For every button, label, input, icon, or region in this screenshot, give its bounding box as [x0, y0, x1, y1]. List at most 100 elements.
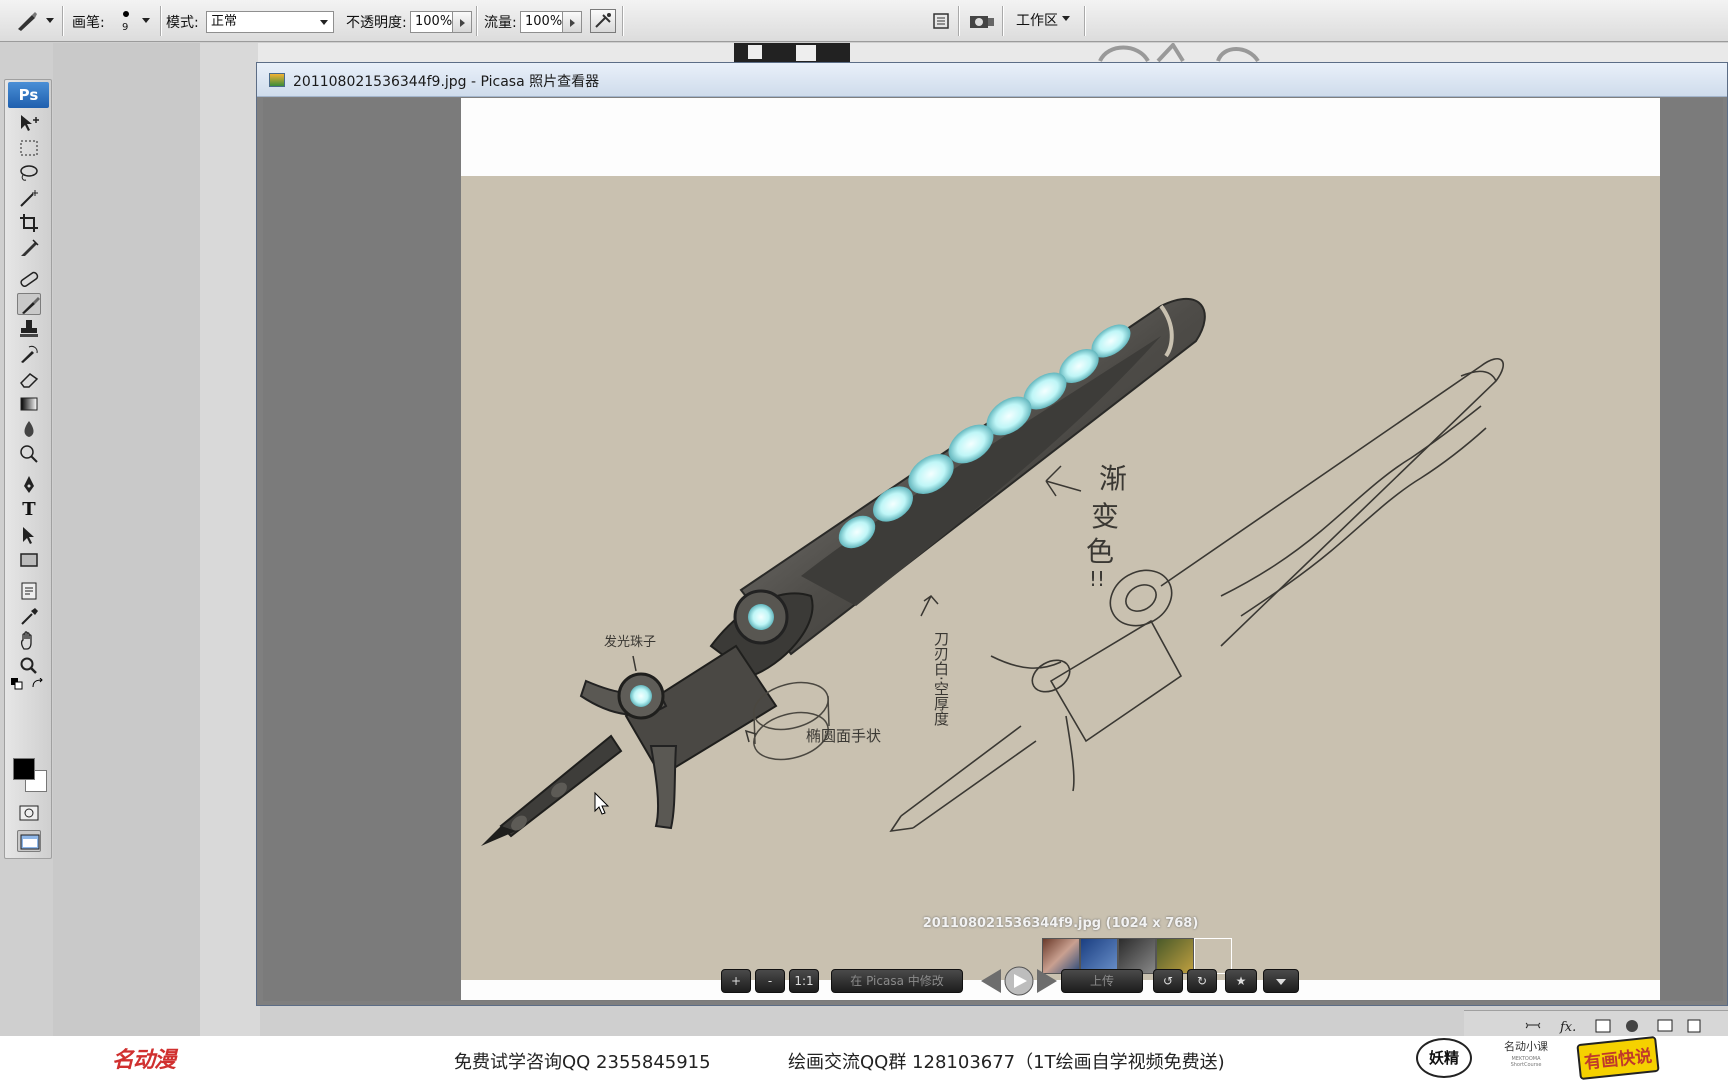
brush-label: 画笔:: [72, 15, 105, 31]
gem-annotation: 发光珠子: [604, 634, 656, 650]
more-options-button[interactable]: [1263, 969, 1299, 993]
shape-tool-icon[interactable]: [17, 549, 41, 571]
workspace-label: 工作区: [1016, 13, 1058, 29]
workspace-menu[interactable]: 工作区: [1016, 10, 1076, 32]
notes-tool-icon[interactable]: [17, 580, 41, 602]
promo-banner: 名动漫 免费试学咨询QQ 2355845915 绘画交流QQ群 12810367…: [0, 1035, 1728, 1080]
rotate-right-button[interactable]: ↻: [1187, 969, 1217, 993]
workspace-background: [53, 43, 203, 1036]
file-info-label: 201108021536344f9.jpg (1024 x 768): [922, 916, 1199, 931]
actual-size-button[interactable]: 1:1: [789, 969, 819, 993]
quick-mask-icon[interactable]: [17, 802, 41, 824]
brush-dropdown-icon: [142, 18, 150, 23]
foreground-color-swatch[interactable]: [13, 758, 35, 780]
brush-tool-icon[interactable]: [17, 293, 41, 315]
rotate-left-button[interactable]: ↺: [1153, 969, 1183, 993]
palette-well-icon[interactable]: [928, 9, 954, 33]
photoshop-logo[interactable]: Ps: [8, 82, 49, 108]
chevron-down-icon: [320, 20, 328, 25]
options-bar: 画笔: 9 模式: 正常 不透明度: 100% 流量: 100% 工作区: [0, 0, 1728, 42]
sword-concept-artwork: 发光珠子 渐 变 色 !! 刀刃白·空厚度 椭圆面手状: [481, 297, 1505, 846]
pen-tool-icon[interactable]: [17, 474, 41, 496]
star-button[interactable]: ★: [1225, 969, 1257, 993]
zoom-out-button[interactable]: -: [755, 969, 785, 993]
gradient-annotation-1: 渐: [1099, 462, 1127, 495]
brush-tip-icon: [123, 11, 129, 17]
consult-text: 免费试学咨询QQ 2355845915: [454, 1052, 711, 1073]
opacity-input[interactable]: 100%: [410, 11, 454, 33]
zoom-tool-icon[interactable]: [17, 655, 41, 677]
workspace-shadow: [200, 43, 260, 1036]
flow-input[interactable]: 100%: [520, 11, 564, 33]
next-arrow-icon: [1037, 969, 1057, 993]
magic-wand-tool-icon[interactable]: [17, 187, 41, 209]
partner-logo-a: 妖精: [1416, 1038, 1472, 1078]
window-title: 201108021536344f9.jpg - Picasa 照片查看器: [293, 74, 600, 90]
picasa-title-bar[interactable]: 201108021536344f9.jpg - Picasa 照片查看器: [257, 63, 1727, 97]
lasso-tool-icon[interactable]: [17, 162, 41, 184]
separator: [476, 6, 477, 36]
flow-slider-button[interactable]: [562, 11, 582, 33]
eyedropper-tool-icon[interactable]: [17, 605, 41, 627]
brand-logo: 名动漫: [112, 1047, 176, 1073]
default-colors-icon[interactable]: [11, 678, 23, 690]
clone-stamp-tool-icon[interactable]: [17, 318, 41, 340]
slice-tool-icon[interactable]: [17, 237, 41, 259]
partner-logos: 妖精 名动小课 MEKTOOMA ShortCourse 有画快说: [1410, 1035, 1728, 1080]
mode-value: 正常: [211, 14, 238, 29]
history-brush-tool-icon[interactable]: [17, 343, 41, 365]
opacity-slider-button[interactable]: [452, 11, 472, 33]
mouse-cursor-icon: [594, 791, 610, 815]
dodge-tool-icon[interactable]: [17, 443, 41, 465]
layer-mask-icon: [1595, 1019, 1611, 1033]
airbrush-icon[interactable]: [590, 9, 616, 33]
new-layer-icon: [1687, 1019, 1701, 1033]
path-selection-tool-icon[interactable]: [17, 524, 41, 546]
separator: [958, 6, 959, 36]
eraser-tool-icon[interactable]: [17, 368, 41, 390]
link-layers-icon: [1525, 1022, 1541, 1029]
flow-value: 100%: [525, 14, 563, 29]
picasa-control-bar: + - 1:1 在 Picasa 中修改 上传 ↺ ↻ ★: [721, 966, 1299, 996]
move-tool-icon[interactable]: [17, 112, 41, 134]
brush-size: 9: [122, 22, 129, 33]
layer-style-icon: fx.: [1559, 1020, 1576, 1035]
mode-label: 模式:: [166, 15, 199, 31]
hand-tool-icon[interactable]: [17, 630, 41, 652]
edit-in-picasa-button[interactable]: 在 Picasa 中修改: [831, 969, 963, 993]
type-tool-icon[interactable]: T: [17, 499, 41, 521]
opacity-value: 100%: [415, 14, 453, 29]
file-browser-icon[interactable]: [966, 9, 998, 33]
displayed-photo: 发光珠子 渐 变 色 !! 刀刃白·空厚度 椭圆面手状 201108021536…: [461, 98, 1660, 1000]
crop-tool-icon[interactable]: [17, 212, 41, 234]
brush-tool-preset-icon[interactable]: [14, 9, 40, 33]
opacity-label: 不透明度:: [346, 15, 407, 31]
separator: [160, 6, 161, 36]
tools-panel: Ps T: [4, 79, 52, 859]
background-document-strip: [258, 41, 1728, 63]
swap-colors-icon[interactable]: [31, 677, 45, 690]
group-text: 绘画交流QQ群 128103677（1T绘画自学视频免费送): [788, 1052, 1225, 1073]
partner-logo-c: 有画快说: [1576, 1035, 1660, 1080]
previous-arrow-icon: [981, 969, 1001, 993]
marquee-tool-icon[interactable]: [17, 137, 41, 159]
upload-button[interactable]: 上传: [1061, 969, 1143, 993]
gradient-annotation-3: 色: [1086, 535, 1114, 568]
zoom-in-button[interactable]: +: [721, 969, 751, 993]
gradient-tool-icon[interactable]: [17, 393, 41, 415]
chevron-down-icon: [1276, 979, 1286, 985]
mode-select[interactable]: 正常: [206, 11, 334, 33]
slideshow-play-button[interactable]: [979, 966, 1059, 996]
chevron-down-icon: [1062, 16, 1070, 21]
screen-mode-icon[interactable]: [17, 830, 41, 852]
separator: [1084, 6, 1085, 36]
brush-picker[interactable]: 9: [118, 8, 158, 36]
preset-dropdown-icon[interactable]: [46, 18, 54, 23]
healing-brush-tool-icon[interactable]: [17, 268, 41, 290]
photo-viewport: 发光珠子 渐 变 色 !! 刀刃白·空厚度 椭圆面手状 201108021536…: [263, 98, 1723, 1001]
gradient-annotation-2: 变: [1091, 500, 1119, 533]
blur-tool-icon[interactable]: [17, 418, 41, 440]
gradient-annotation-4: !!: [1089, 567, 1105, 591]
adjustment-layer-icon: [1626, 1020, 1638, 1032]
picasa-photo-viewer-window: 201108021536344f9.jpg - Picasa 照片查看器 发光珠…: [256, 62, 1728, 1006]
